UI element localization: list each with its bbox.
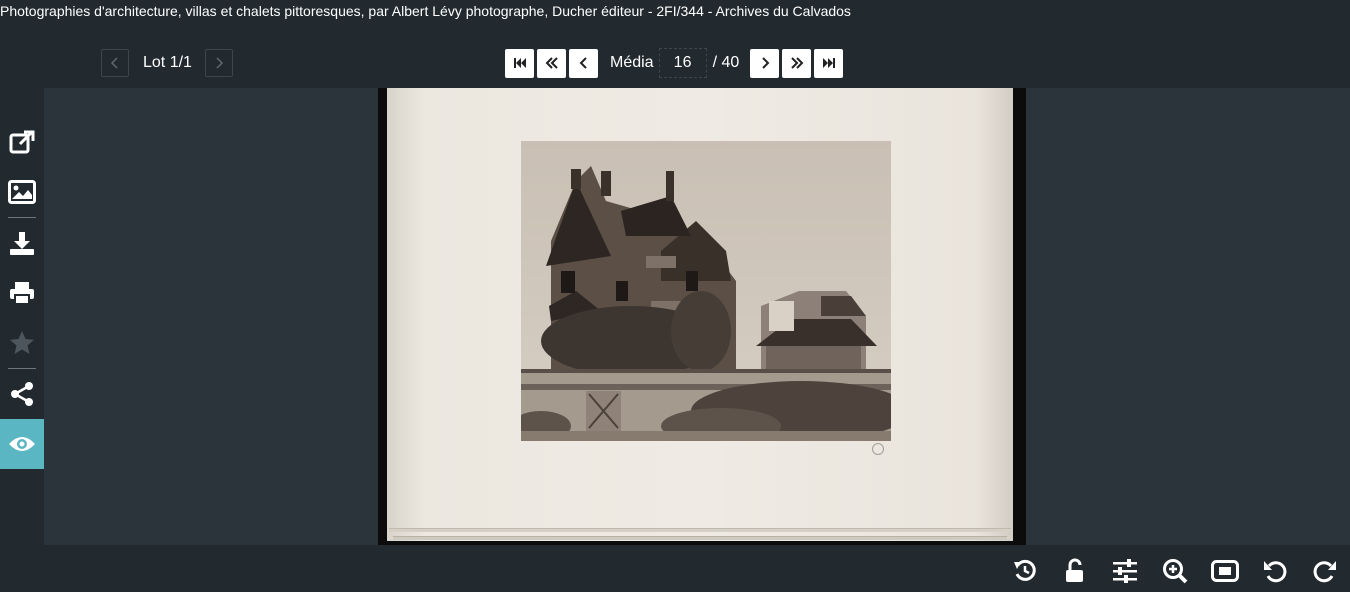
favorite-button[interactable]: [0, 318, 44, 368]
previous-lot-button[interactable]: [101, 49, 129, 77]
share-button[interactable]: [0, 369, 44, 419]
zoom-in-icon: [1163, 559, 1188, 584]
page-edge: [389, 528, 1011, 532]
viewer-toolbar: [1000, 556, 1350, 586]
adjust-button[interactable]: [1100, 556, 1150, 586]
double-chevron-left-icon: [545, 57, 558, 69]
next-lot-button[interactable]: [204, 49, 233, 77]
open-external-button[interactable]: [0, 117, 44, 167]
rotate-left-icon: [1264, 561, 1287, 583]
next-media-button[interactable]: [750, 48, 780, 78]
external-link-icon: [9, 130, 35, 154]
villa-photograph: [521, 141, 891, 441]
rotate-right-button[interactable]: [1300, 556, 1350, 586]
view-button[interactable]: [0, 419, 44, 469]
first-media-button[interactable]: [505, 48, 534, 78]
window-title: Photographies d'architecture, villas et …: [0, 3, 851, 19]
star-icon: [10, 331, 34, 354]
last-media-button[interactable]: [814, 48, 844, 78]
print-button[interactable]: [0, 268, 44, 318]
image-icon: [8, 180, 36, 204]
fit-screen-icon: [1211, 560, 1239, 582]
page-edge: [393, 536, 1007, 540]
chevron-left-icon: [110, 57, 118, 69]
skip-last-icon: [822, 58, 835, 68]
download-icon: [10, 232, 34, 255]
unlock-button[interactable]: [1050, 556, 1100, 586]
archive-stamp: [872, 443, 884, 455]
left-sidebar: [0, 117, 44, 469]
media-total: / 40: [712, 54, 740, 71]
reset-history-icon: [1014, 559, 1036, 581]
lot-label: Lot 1/1: [143, 54, 192, 71]
zoom-in-button[interactable]: [1150, 556, 1200, 586]
media-number-input[interactable]: [658, 48, 707, 78]
image-button[interactable]: [0, 167, 44, 217]
next-10-button[interactable]: [782, 48, 812, 78]
reset-button[interactable]: [1000, 556, 1050, 586]
rotate-right-icon: [1313, 561, 1336, 583]
adjust-sliders-icon: [1113, 559, 1137, 583]
fit-screen-button[interactable]: [1200, 556, 1250, 586]
skip-first-icon: [513, 58, 526, 68]
previous-media-button[interactable]: [569, 48, 598, 78]
rotate-left-button[interactable]: [1250, 556, 1300, 586]
chevron-right-icon: [762, 57, 770, 69]
print-icon: [10, 282, 34, 305]
double-chevron-right-icon: [791, 57, 804, 69]
download-button[interactable]: [0, 218, 44, 268]
chevron-left-icon: [579, 57, 587, 69]
previous-10-button[interactable]: [537, 48, 566, 78]
eye-icon: [9, 437, 35, 451]
media-label: Média: [610, 54, 654, 71]
chevron-right-icon: [216, 57, 223, 69]
share-icon: [11, 382, 33, 406]
media-navigation: Média / 40: [505, 48, 846, 78]
lot-navigation: Lot 1/1: [101, 48, 233, 78]
unlock-icon: [1066, 558, 1083, 582]
